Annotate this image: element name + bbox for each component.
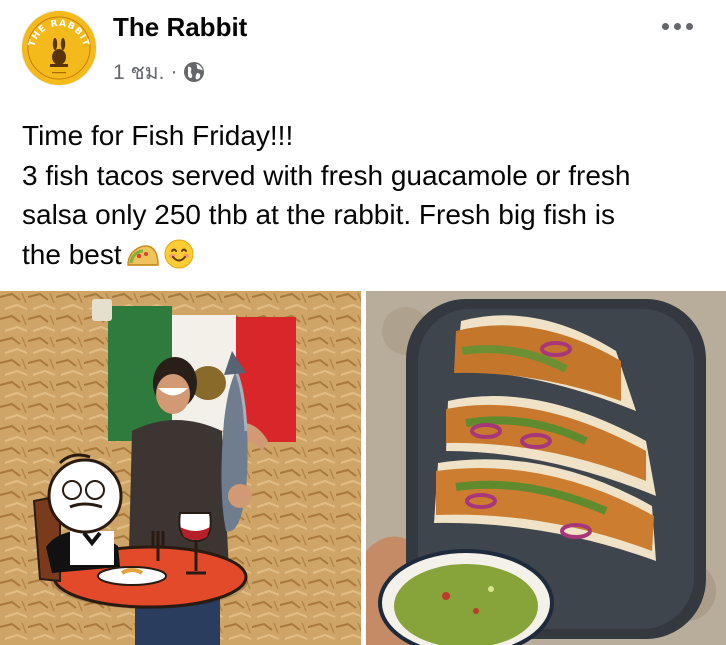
meta-separator: · [170,60,178,83]
post-text-last-line: the best [22,235,712,280]
smiling-face-emoji-icon [164,239,194,280]
post-text-line: salsa only 250 thb at the rabbit. Fresh … [22,199,615,230]
post-text-line: Time for Fish Friday!!! [22,120,294,151]
post-text-line: 3 fish tacos served with fresh guacamole… [22,159,631,191]
photo-fish-tacos[interactable] [366,291,726,645]
more-dot [685,22,693,30]
more-options-icon [661,22,669,30]
more-options-button[interactable] [652,10,702,42]
photo-woman-holding-fish[interactable] [0,291,361,645]
page-avatar[interactable]: THE RABBIT [22,11,96,85]
post-body: Time for Fish Friday!!! 3 fish tacos ser… [22,116,712,279]
post-text-line: the best [22,238,122,270]
taco-emoji-icon [126,240,160,280]
rabbit-logo-icon: THE RABBIT [22,11,96,85]
page-name-link[interactable]: The Rabbit [113,12,247,43]
post-meta: 1 ชม. · [113,58,205,86]
post-timestamp[interactable]: 1 ชม. [113,56,164,89]
globe-icon[interactable] [183,61,205,83]
more-dot [673,22,681,30]
